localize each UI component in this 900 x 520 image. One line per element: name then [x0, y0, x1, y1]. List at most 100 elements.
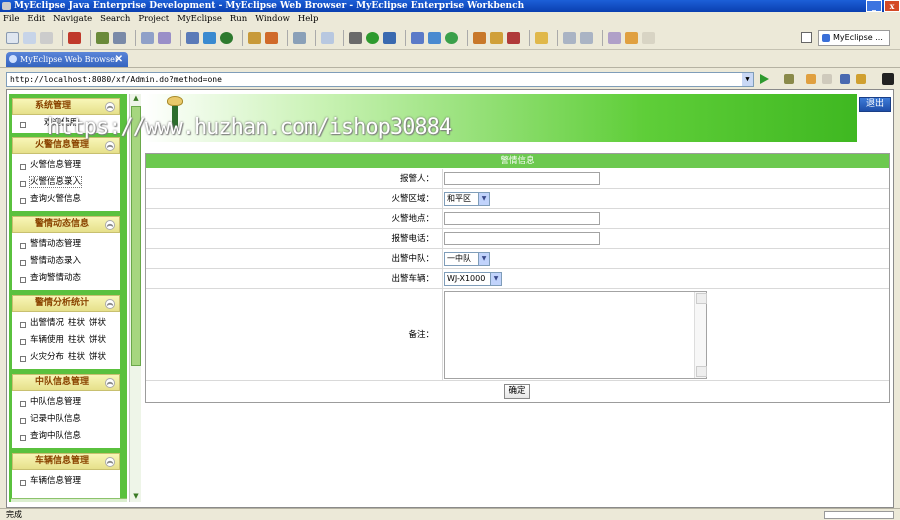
sidebar-scrollbar[interactable]: ▲ ▼ [129, 94, 141, 502]
external-tools-icon[interactable] [383, 31, 396, 44]
pie-chart-link[interactable]: 饼状 [89, 335, 106, 345]
web-icon[interactable] [203, 31, 216, 44]
nav-item-dynamics-entry[interactable]: 警情动态录入 [12, 253, 120, 270]
perspective-switcher[interactable]: MyEclipse ... [818, 30, 890, 46]
next-annotation-icon[interactable] [563, 31, 576, 44]
tab-myeclipse-web-browser[interactable]: MyEclipse Web Browser ✕ [6, 52, 128, 67]
nav-item-fire-alarm-query[interactable]: 查询火警信息 [12, 191, 120, 208]
open-perspective-icon[interactable] [801, 32, 812, 43]
menu-help[interactable]: Help [298, 14, 319, 24]
browser-forward-icon[interactable] [822, 74, 832, 84]
bar-chart-link[interactable]: 柱状 [68, 352, 85, 362]
menu-search[interactable]: Search [100, 14, 130, 24]
nav-item-squad-manage[interactable]: 中队信息管理 [12, 394, 120, 411]
reporter-input[interactable] [444, 172, 600, 185]
monitor-icon[interactable] [293, 31, 306, 44]
edit-icon[interactable] [473, 31, 486, 44]
menu-window[interactable]: Window [255, 14, 290, 24]
menu-myeclipse[interactable]: MyEclipse [177, 14, 222, 24]
browser-settings-icon[interactable] [784, 74, 794, 84]
pie-chart-link[interactable]: 饼状 [89, 318, 106, 328]
deploy-icon[interactable] [96, 31, 109, 44]
open-type-icon[interactable] [186, 31, 199, 44]
pencil-icon[interactable] [490, 31, 503, 44]
nav-item-squad-record[interactable]: 记录中队信息 [12, 411, 120, 428]
folder-icon[interactable] [248, 31, 261, 44]
url-input[interactable]: http://localhost:8080/xf/Admin.do?method… [6, 72, 754, 87]
collapse-icon[interactable]: ︽ [105, 220, 115, 230]
nav-item-squad-query[interactable]: 查询中队信息 [12, 428, 120, 445]
browser-refresh-icon[interactable] [856, 74, 866, 84]
url-history-dropdown-icon[interactable]: ▼ [742, 73, 753, 86]
palette-icon[interactable] [265, 31, 278, 44]
chevron-down-icon[interactable]: ▼ [478, 193, 489, 205]
go-icon[interactable] [760, 74, 769, 84]
nav-item-fire-alarm-entry[interactable]: 火警信息录入 [12, 174, 120, 191]
collapse-icon[interactable]: ︽ [105, 457, 115, 467]
chevron-down-icon[interactable]: ▼ [478, 253, 489, 265]
nav-group-header[interactable]: 中队信息管理 ︽ [12, 374, 120, 391]
scrollbar-thumb[interactable] [131, 106, 141, 366]
browser-back-icon[interactable] [806, 74, 816, 84]
minimize-button[interactable]: _ [866, 0, 882, 12]
open-resource-icon[interactable] [428, 31, 441, 44]
menu-project[interactable]: Project [138, 14, 169, 24]
close-window-button[interactable]: x [884, 0, 900, 12]
collapse-icon[interactable]: ︽ [105, 378, 115, 388]
phone-input[interactable] [444, 232, 600, 245]
remarks-textarea[interactable] [444, 291, 707, 379]
vehicle-select[interactable]: WJ-X1000 ▼ [444, 272, 502, 286]
squad-select[interactable]: 一中队 ▼ [444, 252, 490, 266]
last-edit-icon[interactable] [608, 31, 621, 44]
chevron-down-icon[interactable]: ▼ [490, 273, 501, 285]
menu-edit[interactable]: Edit [27, 14, 45, 24]
console-icon[interactable] [882, 73, 894, 85]
area-select[interactable]: 和平区 ▼ [444, 192, 490, 206]
nav-item-fire-alarm-manage[interactable]: 火警信息管理 [12, 157, 120, 174]
new-class-icon[interactable] [158, 31, 171, 44]
refresh-icon[interactable] [445, 31, 458, 44]
bar-chart-link[interactable]: 柱状 [68, 335, 85, 345]
previous-annotation-icon[interactable] [580, 31, 593, 44]
nav-group-header[interactable]: 警情分析统计 ︽ [12, 295, 120, 312]
pie-chart-link[interactable]: 饼状 [89, 352, 106, 362]
browser-stop-icon[interactable] [840, 74, 850, 84]
nav-item-vehicle-stats[interactable]: 车辆使用 柱状 饼状 [12, 332, 120, 349]
nav-item-dynamics-query[interactable]: 查询警情动态 [12, 270, 120, 287]
menu-navigate[interactable]: Navigate [53, 14, 92, 24]
globe-icon[interactable] [220, 31, 233, 44]
debug-icon[interactable] [349, 31, 362, 44]
nav-group-header[interactable]: 车辆信息管理 ︽ [12, 453, 120, 470]
collapse-icon[interactable]: ︽ [105, 141, 115, 151]
nav-item-fire-distribution[interactable]: 火灾分布 柱状 饼状 [12, 349, 120, 366]
textarea-scrollbar[interactable] [694, 292, 707, 378]
back-icon[interactable] [625, 31, 638, 44]
forward-icon[interactable] [642, 31, 655, 44]
bar-chart-link[interactable]: 柱状 [68, 318, 85, 328]
print-icon[interactable] [40, 31, 53, 44]
new-icon[interactable] [6, 31, 19, 44]
server-icon[interactable] [68, 31, 81, 44]
collapse-icon[interactable]: ︽ [105, 299, 115, 309]
close-tab-icon[interactable]: ✕ [115, 52, 123, 67]
submit-button[interactable]: 确定 [504, 384, 530, 399]
bookmark-icon[interactable] [507, 31, 520, 44]
nav-item-vehicle-manage[interactable]: 车辆信息管理 [12, 473, 120, 490]
search-icon[interactable] [411, 31, 424, 44]
logout-button[interactable]: 退出 [859, 97, 891, 112]
collapse-icon[interactable]: ︽ [105, 102, 115, 112]
save-icon[interactable] [23, 31, 36, 44]
run-icon[interactable] [366, 31, 379, 44]
new-project-icon[interactable] [141, 31, 154, 44]
nav-group-header[interactable]: 系统管理 ︽ [12, 98, 120, 115]
sidebar-horizontal-scrollbar[interactable] [11, 498, 127, 502]
nav-item-dynamics-manage[interactable]: 警情动态管理 [12, 236, 120, 253]
menu-file[interactable]: File [3, 14, 19, 24]
scroll-down-icon[interactable]: ▼ [130, 492, 142, 502]
nav-group-header[interactable]: 警情动态信息 ︽ [12, 216, 120, 233]
nav-item-dispatch-stats[interactable]: 出警情况 柱状 饼状 [12, 315, 120, 332]
document-icon[interactable] [321, 31, 334, 44]
menu-run[interactable]: Run [230, 14, 247, 24]
server-config-icon[interactable] [113, 31, 126, 44]
open-folder-icon[interactable] [535, 31, 548, 44]
